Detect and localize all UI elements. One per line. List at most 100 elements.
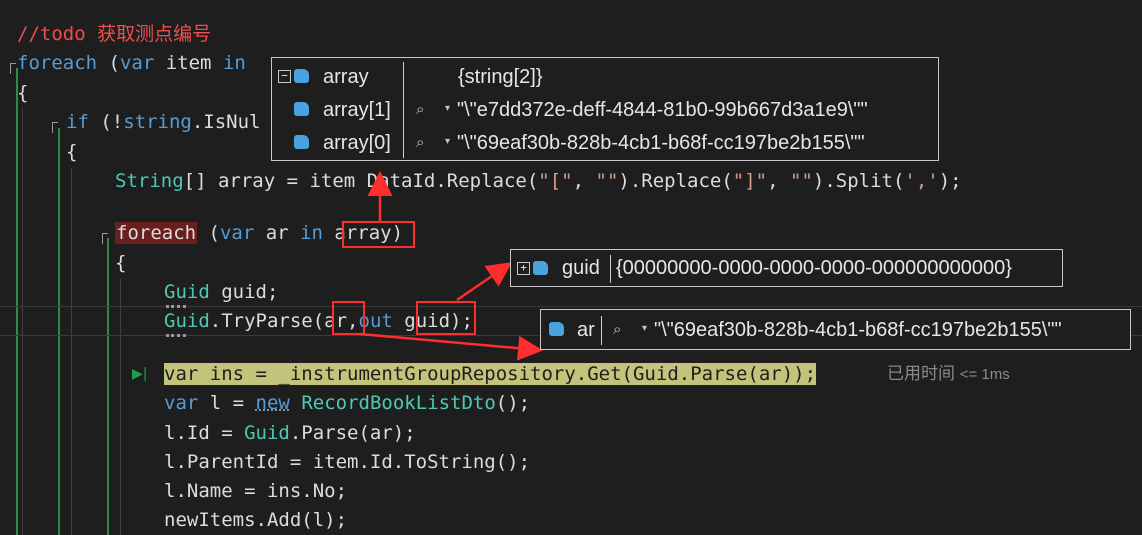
kw-foreach: foreach: [17, 52, 98, 74]
arrow-guid: [456, 262, 513, 302]
magnifier-icon[interactable]: ⌕: [416, 133, 424, 151]
kw-string: string: [123, 111, 192, 133]
plus-box-icon[interactable]: +: [517, 262, 530, 275]
datatip-separator: [601, 316, 602, 345]
magnifier-icon[interactable]: ⌕: [416, 100, 424, 118]
code-array-assign: String[] array = item DataId.Replace("["…: [115, 167, 962, 195]
local-variable-cube-icon: [294, 69, 309, 83]
datatip-separator: [610, 255, 611, 283]
highlight-box-ar: [332, 301, 365, 335]
code-recordbook: var l = new RecordBookListDto();: [164, 389, 530, 417]
datatip-name: guid: [562, 257, 600, 279]
string-literal: "]": [732, 170, 768, 192]
kw-foreach-highlighted: foreach: [115, 222, 198, 244]
datatip-value: {string[2]}: [458, 66, 543, 88]
code-if: if (!string.IsNul: [66, 108, 261, 136]
code-text: l =: [198, 392, 256, 414]
code-text: ();: [495, 392, 531, 414]
code-text: [] array = item: [183, 170, 356, 192]
elapsed-label: 已用时间: [887, 364, 955, 383]
code-text: guid;: [209, 281, 279, 303]
string-literal: "[": [538, 170, 573, 192]
indent-guide-outer: [16, 68, 18, 535]
code-brace: {: [66, 141, 78, 163]
datatip-item-value[interactable]: "\"69eaf30b-828b-4cb1-b68f-cc197be2b155\…: [457, 128, 865, 158]
code-text: DataId.Replace(: [366, 170, 539, 192]
code-text: item: [154, 52, 223, 74]
local-variable-cube-icon: [294, 102, 309, 116]
code-foreach-outer: foreach (var item in: [17, 49, 246, 77]
code-text: .Parse(ar);: [289, 422, 416, 444]
kw-var: var: [164, 392, 199, 414]
arrow-ar: [359, 332, 543, 361]
kw-var: var: [119, 52, 155, 74]
code-text: l.Id =: [164, 422, 245, 444]
indent-guide-2: [71, 168, 72, 535]
datatip-name: ar: [577, 319, 595, 341]
datatip-ar[interactable]: ar ⌕ ▾ "\"69eaf30b-828b-4cb1-b68f-cc197b…: [540, 309, 1131, 350]
datatip-value: {00000000-0000-0000-0000-000000000000}: [616, 257, 1012, 279]
block-start-foreach: [102, 233, 108, 244]
code-brace: {: [17, 82, 29, 104]
code-lid: l.Id = Guid.Parse(ar);: [164, 419, 416, 447]
code-text: ).Replace(: [618, 170, 733, 192]
code-text: (: [97, 52, 120, 74]
block-start-outer: [10, 63, 16, 74]
type-recordbook: RecordBookListDto: [301, 392, 496, 414]
type-guid: Guid: [244, 422, 290, 444]
code-text: );: [938, 170, 962, 192]
type-guid: Guid: [164, 310, 210, 332]
suggestion-dots: [166, 331, 186, 337]
datatip-item-name: array[1]: [323, 99, 391, 121]
code-text: ).Split(: [812, 170, 905, 192]
type-guid: Guid: [164, 281, 210, 303]
datatip-guid[interactable]: + guid {00000000-0000-0000-0000-00000000…: [510, 249, 1063, 287]
kw-var: var: [219, 222, 255, 244]
current-statement: var ins = _instrumentGroupRepository.Get…: [164, 363, 817, 385]
string-literal: ',': [904, 170, 939, 192]
triangle-down-icon[interactable]: ▾: [445, 136, 450, 147]
kw-in: in: [300, 222, 323, 244]
magnifier-icon[interactable]: ⌕: [613, 320, 621, 338]
datatip-item-value[interactable]: "\"e7dd372e-deff-4844-81b0-99b667d3a1e9\…: [457, 95, 868, 125]
kw-if: if: [66, 111, 89, 133]
triangle-down-icon[interactable]: ▾: [642, 323, 647, 334]
local-variable-cube-icon: [533, 261, 548, 275]
local-variable-cube-icon: [294, 135, 309, 149]
code-brace: {: [115, 252, 127, 274]
code-text: .TryParse(: [209, 310, 325, 332]
code-text: (: [197, 222, 220, 244]
code-lparent: l.ParentId = item.Id.ToString();: [164, 451, 531, 473]
kw-in: in: [222, 52, 246, 74]
next-statement-arrow-icon[interactable]: ▶|: [132, 366, 147, 382]
highlight-box-guid: [416, 301, 476, 335]
local-variable-cube-icon: [549, 322, 564, 336]
kw-new: new: [255, 392, 290, 414]
code-comment: //todo 获取测点编号: [17, 23, 212, 45]
code-text: ar: [254, 222, 301, 244]
datatip-value[interactable]: "\"69eaf30b-828b-4cb1-b68f-cc197be2b155\…: [654, 315, 1062, 345]
block-start-if: [52, 122, 58, 133]
highlight-box-array: [342, 221, 415, 248]
datatip-name: array: [323, 66, 369, 88]
minus-box-icon[interactable]: −: [278, 70, 291, 83]
elapsed-time: 已用时间 <= 1ms: [887, 360, 1010, 388]
code-text: ,: [767, 170, 790, 192]
datatip-separator: [403, 62, 404, 158]
triangle-down-icon[interactable]: ▾: [445, 103, 450, 114]
code-exec-line: var ins = _instrumentGroupRepository.Get…: [164, 360, 817, 388]
code-lname: l.Name = ins.No;: [164, 480, 348, 502]
string-literal: "": [595, 170, 619, 192]
datatip-item-name: array[0]: [323, 132, 391, 154]
code-text: ,: [572, 170, 596, 192]
code-text: (!: [88, 111, 124, 133]
code-text: .IsNul: [191, 111, 261, 133]
datatip-array[interactable]: − array {string[2]} array[1] ⌕ ▾ "\"e7dd…: [271, 57, 939, 161]
elapsed-value: <= 1ms: [959, 366, 1010, 383]
type-string: String: [115, 170, 184, 192]
code-newitems: newItems.Add(l);: [164, 509, 348, 531]
string-literal: "": [790, 170, 813, 192]
